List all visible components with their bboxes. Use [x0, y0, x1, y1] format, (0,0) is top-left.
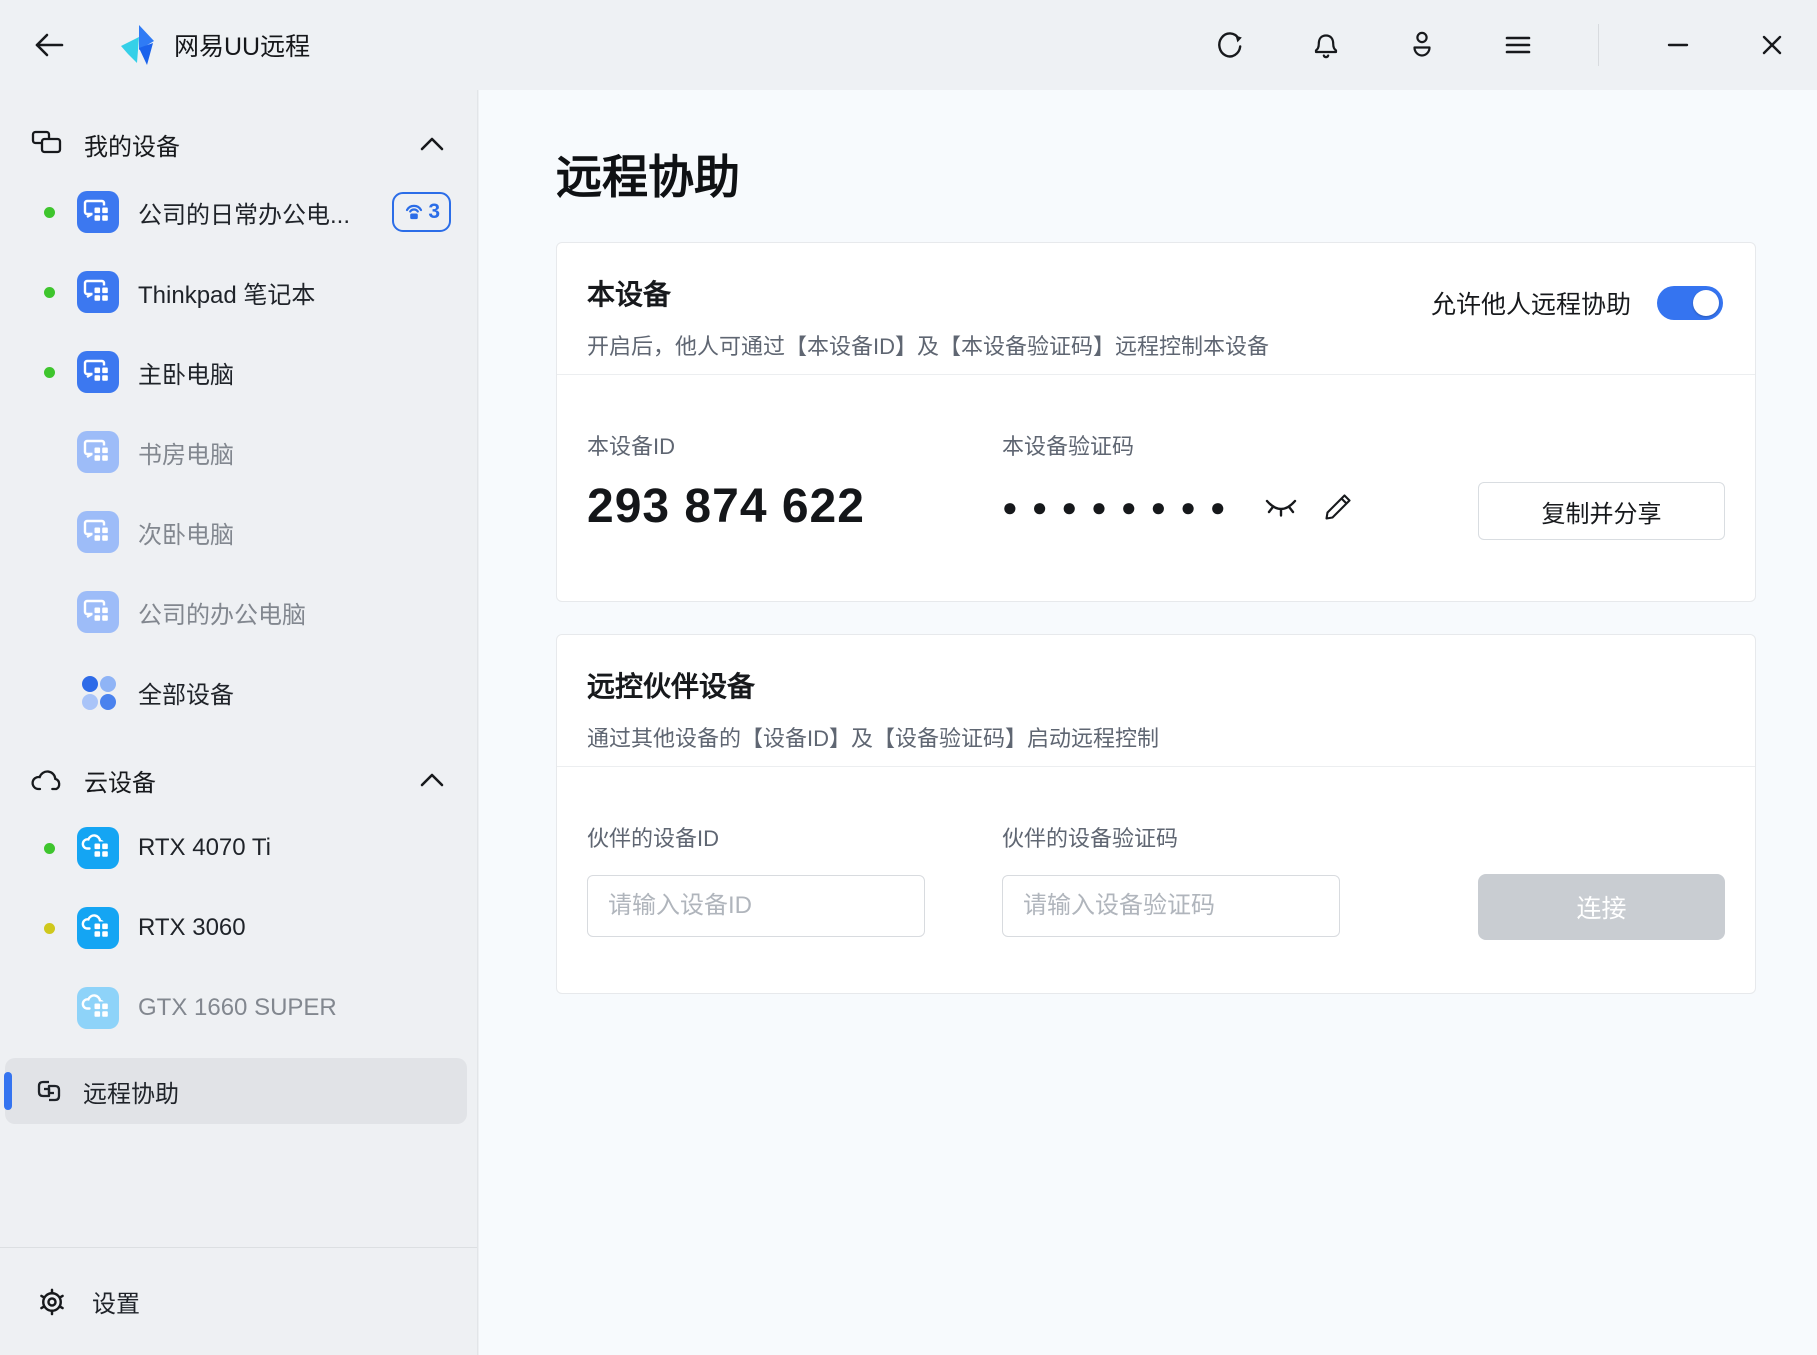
sidebar-item-device[interactable]: 公司的办公电脑	[0, 572, 477, 652]
partner-card-body: 伙伴的设备ID 伙伴的设备验证码 连接	[557, 767, 1755, 937]
offline-status-dot	[44, 527, 55, 538]
device-name: GTX 1660 SUPER	[138, 994, 337, 1022]
sidebar-item-cloud-device[interactable]: GTX 1660 SUPER	[0, 968, 477, 1048]
refresh-icon[interactable]	[1214, 29, 1246, 61]
verify-code-label: 本设备验证码	[1002, 429, 1354, 461]
settings-label: 设置	[92, 1284, 140, 1319]
titlebar-divider	[1598, 24, 1599, 66]
local-device-card-body: 本设备ID 293 874 622 本设备验证码 ●●●●●●●● 复制并分享	[557, 375, 1755, 534]
connection-count-badge: 3	[392, 192, 451, 232]
cloud-device-icon	[77, 987, 119, 1029]
device-name: 公司的日常办公电...	[138, 195, 350, 230]
cloud-devices-header-label: 云设备	[84, 763, 156, 798]
my-devices-icon	[30, 129, 64, 159]
app-logo-icon	[118, 24, 158, 66]
pc-device-icon	[77, 431, 119, 473]
menu-icon[interactable]	[1502, 29, 1534, 61]
partner-card-header: 远控伙伴设备 通过其他设备的【设备ID】及【设备验证码】启动远程控制	[557, 635, 1755, 767]
sidebar-item-device[interactable]: 次卧电脑	[0, 492, 477, 572]
device-name: 书房电脑	[138, 435, 234, 470]
pc-device-icon	[77, 511, 119, 553]
allow-remote-toggle[interactable]	[1657, 286, 1723, 320]
show-code-eye-icon[interactable]	[1262, 492, 1300, 522]
local-device-card: 本设备 开启后，他人可通过【本设备ID】及【本设备验证码】远程控制本设备 允许他…	[556, 242, 1756, 602]
chevron-up-icon[interactable]	[419, 772, 445, 788]
pc-device-icon	[77, 271, 119, 313]
offline-status-dot	[44, 1003, 55, 1014]
page-title: 远程协助	[556, 146, 1755, 208]
device-name: Thinkpad 笔记本	[138, 275, 315, 310]
sidebar: 我的设备 公司的日常办公电... 3 Thinkpad 笔记本 主卧电脑	[0, 90, 478, 1355]
minimize-button[interactable]	[1663, 30, 1693, 60]
device-id-value: 293 874 622	[587, 479, 1002, 534]
partner-code-label: 伙伴的设备验证码	[1002, 821, 1340, 853]
device-name: RTX 4070 Ti	[138, 834, 271, 862]
edit-code-pencil-icon[interactable]	[1322, 491, 1354, 523]
online-status-dot	[44, 843, 55, 854]
local-device-subtitle: 开启后，他人可通过【本设备ID】及【本设备验证码】远程控制本设备	[587, 329, 1725, 361]
partner-code-input[interactable]	[1002, 875, 1340, 937]
partner-id-input[interactable]	[587, 875, 925, 937]
partner-device-card: 远控伙伴设备 通过其他设备的【设备ID】及【设备验证码】启动远程控制 伙伴的设备…	[556, 634, 1756, 994]
online-status-dot	[44, 287, 55, 298]
all-devices-icon	[77, 671, 119, 713]
close-button[interactable]	[1757, 30, 1787, 60]
pc-device-icon	[77, 591, 119, 633]
offline-status-dot	[44, 607, 55, 618]
badge-count: 3	[428, 200, 440, 224]
busy-status-dot	[44, 923, 55, 934]
pc-device-icon	[77, 351, 119, 393]
sidebar-section-my-devices[interactable]: 我的设备	[0, 116, 477, 172]
cast-icon	[403, 201, 425, 223]
cloud-icon	[30, 766, 64, 794]
remote-assist-label: 远程协助	[83, 1074, 179, 1109]
online-status-dot	[44, 367, 55, 378]
device-id-label: 本设备ID	[587, 429, 1002, 461]
device-name: 次卧电脑	[138, 515, 234, 550]
sidebar-item-remote-assist[interactable]: 远程协助	[5, 1058, 467, 1124]
copy-share-button[interactable]: 复制并分享	[1478, 482, 1725, 540]
allow-remote-toggle-label: 允许他人远程协助	[1431, 285, 1631, 321]
back-button[interactable]	[30, 26, 68, 64]
partner-id-label: 伙伴的设备ID	[587, 821, 1002, 853]
device-name: 主卧电脑	[138, 355, 234, 390]
device-name: 全部设备	[138, 675, 234, 710]
online-status-dot	[44, 207, 55, 218]
remote-assist-icon	[35, 1078, 63, 1104]
sidebar-item-device[interactable]: 书房电脑	[0, 412, 477, 492]
main-content: 远程协助 本设备 开启后，他人可通过【本设备ID】及【本设备验证码】远程控制本设…	[479, 90, 1817, 1355]
sidebar-item-cloud-device[interactable]: RTX 4070 Ti	[0, 808, 477, 888]
verify-code-masked: ●●●●●●●●	[1002, 492, 1240, 522]
local-device-card-header: 本设备 开启后，他人可通过【本设备ID】及【本设备验证码】远程控制本设备 允许他…	[557, 243, 1755, 375]
cloud-device-icon	[77, 907, 119, 949]
sidebar-item-device[interactable]: 公司的日常办公电... 3	[0, 172, 477, 252]
gear-icon	[36, 1286, 68, 1318]
titlebar-actions	[1214, 24, 1787, 66]
sidebar-item-settings[interactable]: 设置	[0, 1247, 477, 1355]
offline-status-dot	[44, 447, 55, 458]
partner-card-subtitle: 通过其他设备的【设备ID】及【设备验证码】启动远程控制	[587, 721, 1725, 753]
app-title: 网易UU远程	[174, 27, 310, 63]
toggle-knob	[1693, 290, 1719, 316]
cloud-device-icon	[77, 827, 119, 869]
connect-button[interactable]: 连接	[1478, 874, 1725, 940]
partner-card-title: 远控伙伴设备	[587, 665, 1725, 705]
chevron-up-icon[interactable]	[419, 136, 445, 152]
status-dot-spacer	[44, 687, 55, 698]
device-name: RTX 3060	[138, 914, 246, 942]
sidebar-item-device[interactable]: Thinkpad 笔记本	[0, 252, 477, 332]
notifications-icon[interactable]	[1310, 29, 1342, 61]
sidebar-item-all-devices[interactable]: 全部设备	[0, 652, 477, 732]
sidebar-section-cloud-devices[interactable]: 云设备	[0, 752, 477, 808]
sidebar-item-device[interactable]: 主卧电脑	[0, 332, 477, 412]
account-icon[interactable]	[1406, 29, 1438, 61]
titlebar: 网易UU远程	[0, 0, 1817, 90]
pc-device-icon	[77, 191, 119, 233]
device-name: 公司的办公电脑	[138, 595, 306, 630]
my-devices-header-label: 我的设备	[84, 127, 180, 162]
sidebar-item-cloud-device[interactable]: RTX 3060	[0, 888, 477, 968]
